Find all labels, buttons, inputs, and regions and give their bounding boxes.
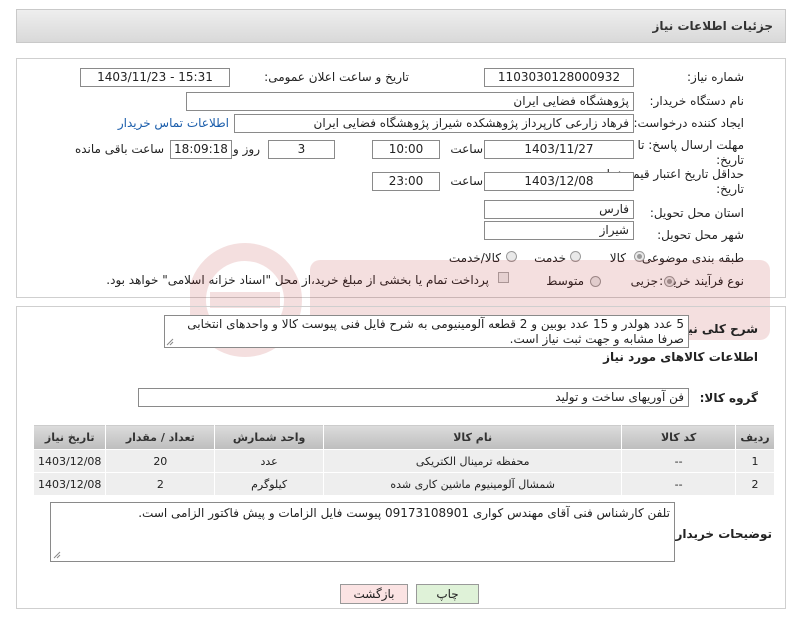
buyer-contact-link[interactable]: اطلاعات تماس خریدار	[118, 116, 229, 130]
goods-group-label: گروه کالا:	[699, 391, 758, 405]
need-number-field[interactable]: 1103030128000932	[484, 68, 634, 87]
cell-name: شمشال آلومینیوم ماشین کاری شده	[323, 472, 623, 496]
treasury-payment-checkbox[interactable]	[498, 272, 509, 283]
cell-code: --	[621, 472, 737, 496]
validity-time-label: ساعت	[450, 174, 483, 188]
category-service-radio[interactable]	[570, 251, 581, 262]
need-number-label: شماره نیاز:	[687, 70, 744, 84]
buyer-notes-label: توضیحات خریدار:	[670, 527, 772, 541]
validity-time-field[interactable]: 23:00	[372, 172, 440, 191]
announce-field[interactable]: 1403/11/23 - 15:31	[80, 68, 230, 87]
deadline-date-field[interactable]: 1403/11/27	[484, 140, 634, 159]
page-header: جزئیات اطلاعات نیاز	[16, 9, 786, 43]
cell-unit: عدد	[214, 449, 325, 473]
category-goods-radio[interactable]	[634, 251, 645, 262]
col-unit: واحد شمارش	[214, 424, 325, 450]
table-row: 2 -- شمشال آلومینیوم ماشین کاری شده کیلو…	[32, 472, 775, 496]
validity-label-line2: تاریخ:	[716, 182, 744, 196]
resize-grip-icon[interactable]	[166, 338, 174, 346]
category-service-label: خدمت	[534, 251, 566, 265]
cell-code: --	[621, 449, 737, 473]
creator-field[interactable]: فرهاد زارعی کارپرداز پژوهشکده شیراز پژوه…	[234, 114, 634, 133]
col-date: تاریخ نیاز	[32, 424, 107, 450]
description-field[interactable]: 5 عدد هولدر و 15 عدد بوبین و 2 قطعه آلوم…	[164, 315, 689, 348]
remaining-days-field[interactable]: 3	[268, 140, 335, 159]
buyer-org-label: نام دستگاه خریدار:	[649, 94, 745, 108]
goods-section-title: اطلاعات کالاهای مورد نیاز	[603, 350, 758, 364]
goods-group-field[interactable]: فن آوریهای ساخت و تولید	[138, 388, 689, 407]
deadline-time-label: ساعت	[450, 142, 483, 156]
back-button[interactable]: بازگشت	[340, 584, 408, 604]
category-goods-service-label: کالا/خدمت	[448, 251, 501, 265]
city-field[interactable]: شیراز	[484, 221, 634, 240]
category-label: طبقه بندی موضوعی:	[637, 251, 744, 265]
cell-row: 2	[735, 472, 775, 496]
goods-table: ردیف کد کالا نام کالا واحد شمارش تعداد /…	[32, 424, 775, 496]
deadline-label-line1: مهلت ارسال پاسخ: تا	[637, 138, 744, 152]
process-minor-radio[interactable]	[664, 276, 675, 287]
buyer-notes-text: تلفن کارشناس فنی آقای مهندس کواری 091731…	[138, 506, 670, 520]
cell-qty: 2	[105, 472, 216, 496]
remaining-label: ساعت باقی مانده	[74, 142, 164, 156]
deadline-time-field[interactable]: 10:00	[372, 140, 440, 159]
category-goods-service-radio[interactable]	[506, 251, 517, 262]
print-button[interactable]: چاپ	[416, 584, 479, 604]
buyer-notes-field[interactable]: تلفن کارشناس فنی آقای مهندس کواری 091731…	[50, 502, 675, 562]
announce-label: تاریخ و ساعت اعلان عمومی:	[264, 70, 409, 84]
deadline-label-line2: تاریخ:	[716, 153, 744, 167]
col-row: ردیف	[735, 424, 775, 450]
col-name: نام کالا	[323, 424, 623, 450]
province-label: استان محل تحویل:	[649, 206, 744, 220]
process-minor-label: جزیی	[630, 274, 658, 288]
creator-label: ایجاد کننده درخواست:	[633, 116, 744, 130]
province-field[interactable]: فارس	[484, 200, 634, 219]
process-medium-label: متوسط	[546, 274, 584, 288]
cell-date: 1403/12/08	[32, 449, 107, 473]
cell-name: محفظه ترمینال الکتریکی	[323, 449, 623, 473]
cell-date: 1403/12/08	[32, 472, 107, 496]
goods-table-header: ردیف کد کالا نام کالا واحد شمارش تعداد /…	[32, 424, 775, 450]
cell-unit: کیلوگرم	[214, 472, 325, 496]
city-label: شهر محل تحویل:	[657, 228, 744, 242]
resize-grip-icon[interactable]	[53, 551, 61, 559]
table-row: 1 -- محفظه ترمینال الکتریکی عدد 20 1403/…	[32, 449, 775, 473]
page-title: جزئیات اطلاعات نیاز	[652, 19, 773, 33]
cell-qty: 20	[105, 449, 216, 473]
days-label: روز و	[233, 142, 260, 156]
treasury-payment-note: پرداخت تمام یا بخشی از مبلغ خرید،از محل …	[106, 273, 489, 287]
cell-row: 1	[735, 449, 775, 473]
col-code: کد کالا	[621, 424, 737, 450]
validity-date-field[interactable]: 1403/12/08	[484, 172, 634, 191]
process-medium-radio[interactable]	[590, 276, 601, 287]
col-qty: تعداد / مقدار	[105, 424, 216, 450]
buyer-org-field[interactable]: پژوهشگاه فضایی ایران	[186, 92, 634, 111]
description-text: 5 عدد هولدر و 15 عدد بوبین و 2 قطعه آلوم…	[187, 317, 684, 346]
category-goods-label: کالا	[609, 251, 626, 265]
remaining-time-field[interactable]: 18:09:18	[170, 140, 232, 159]
